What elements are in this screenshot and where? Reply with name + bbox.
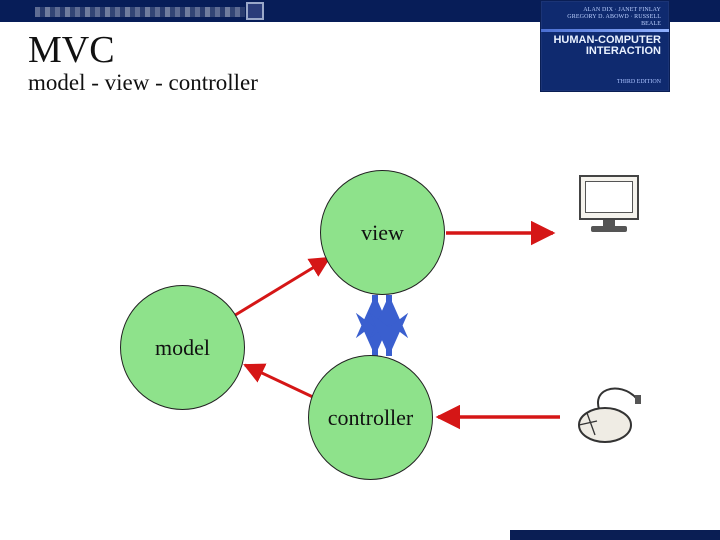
book-authors-line2: GREGORY D. ABOWD · RUSSELL BEALE bbox=[549, 14, 661, 28]
page-subtitle: model - view - controller bbox=[28, 70, 258, 96]
badge-accent-bar bbox=[541, 29, 669, 32]
node-view-label: view bbox=[361, 220, 404, 246]
bottom-accent-bar bbox=[510, 530, 720, 540]
mouse-icon bbox=[565, 377, 665, 447]
book-cover-badge: ALAN DIX · JANET FINLAY GREGORY D. ABOWD… bbox=[540, 0, 670, 92]
node-view: view bbox=[320, 170, 445, 295]
arrow-model-to-view bbox=[232, 258, 329, 317]
page-title: MVC bbox=[28, 28, 258, 72]
node-controller-label: controller bbox=[328, 405, 414, 431]
diagram-stage: model view controller bbox=[0, 135, 720, 515]
book-title-line2: INTERACTION bbox=[549, 46, 661, 58]
node-model-label: model bbox=[155, 335, 210, 361]
slide-heading: MVC model - view - controller bbox=[28, 28, 258, 96]
node-model: model bbox=[120, 285, 245, 410]
book-authors-line1: ALAN DIX · JANET FINLAY bbox=[549, 7, 661, 14]
binary-digits-decor bbox=[35, 7, 245, 17]
arrow-controller-to-model bbox=[245, 365, 315, 398]
node-controller: controller bbox=[308, 355, 433, 480]
arrow-view-controller-bidir bbox=[375, 295, 389, 356]
chip-icon bbox=[246, 2, 264, 20]
book-edition: THIRD EDITION bbox=[617, 79, 661, 85]
monitor-icon bbox=[575, 175, 643, 237]
